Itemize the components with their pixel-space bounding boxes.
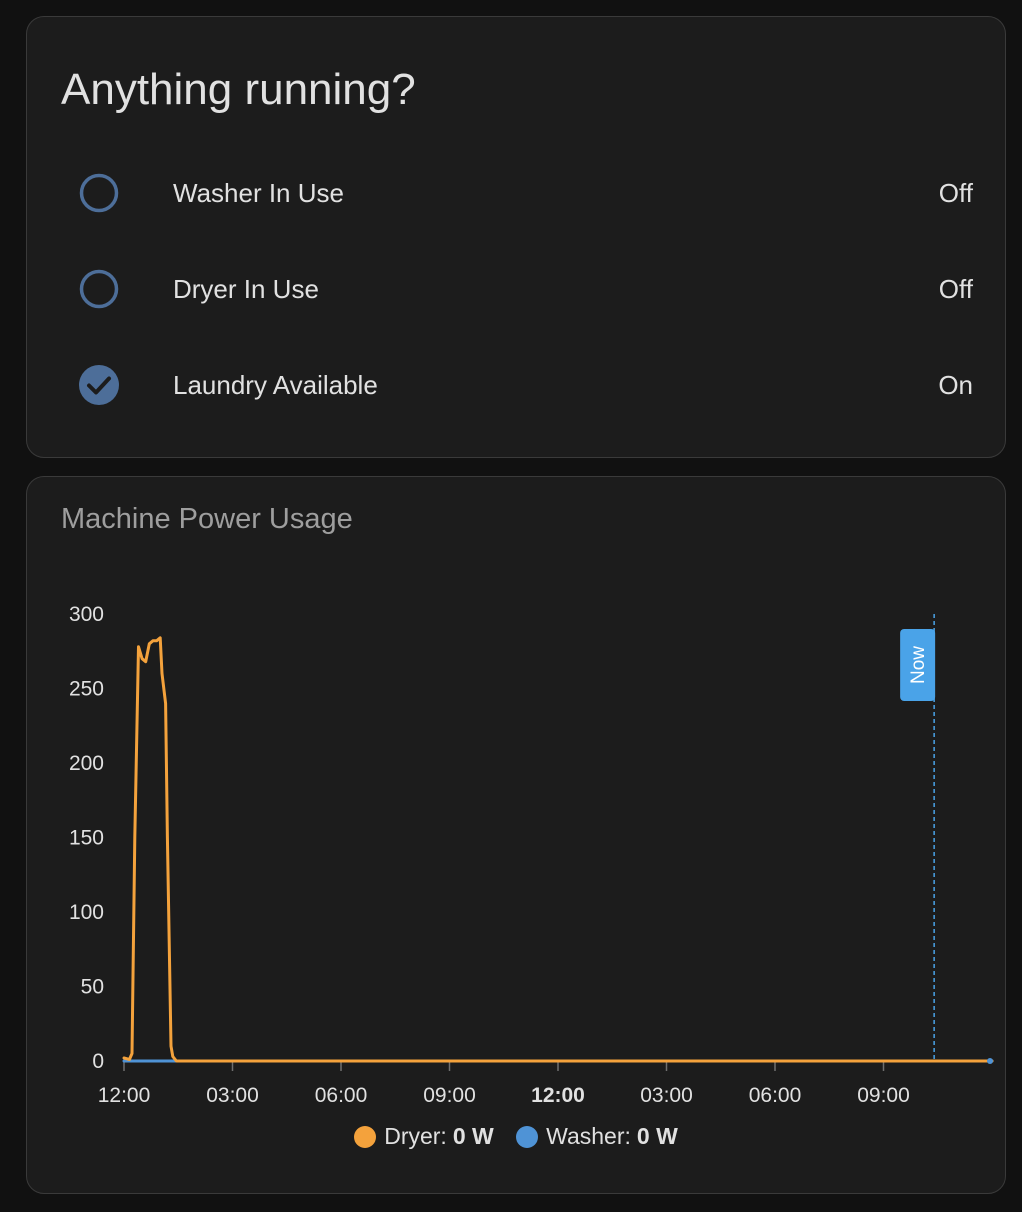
series-line-dryer[interactable] <box>122 636 994 1063</box>
legend-value: 0 W <box>452 1123 494 1149</box>
x-tick-label: 12:00 <box>98 1084 151 1107</box>
entity-row-laundry-available[interactable]: Laundry Available On <box>27 355 1005 415</box>
radiobox-blank-icon <box>79 173 119 213</box>
y-tick-label: 200 <box>69 752 104 775</box>
history-graph-card: Machine Power Usage 0 50 100 150 200 250 300 1… <box>26 476 1006 1194</box>
x-tick-label: 06:00 <box>315 1084 368 1107</box>
y-tick-label: 0 <box>92 1050 104 1073</box>
radiobox-blank-icon <box>79 269 119 309</box>
power-usage-chart: 0 50 100 150 200 250 300 12:00 03:00 06:00 09:00 1… <box>69 603 994 1107</box>
y-tick-label: 100 <box>69 901 104 924</box>
legend-label: Dryer: <box>384 1123 447 1149</box>
entity-state: Off <box>938 178 973 208</box>
entity-row-washer[interactable]: Washer In Use Off <box>27 163 1005 223</box>
status-card: Anything running? Washer In Use Off Drye… <box>26 16 1006 458</box>
legend-item-dryer[interactable]: Dryer: 0 W <box>354 1123 494 1150</box>
legend-dot-dryer <box>354 1125 377 1148</box>
entity-name: Washer In Use <box>173 178 344 208</box>
y-tick-label: 150 <box>69 827 104 850</box>
chart-legend: Dryer: 0 W Washer: 0 W <box>27 1123 1005 1154</box>
x-tick-label: 03:00 <box>206 1084 259 1107</box>
y-tick-label: 50 <box>81 976 104 999</box>
x-tick-label: 09:00 <box>423 1084 476 1107</box>
x-tick-label: 03:00 <box>640 1084 693 1107</box>
now-marker-label: Now <box>908 646 929 684</box>
legend-dot-washer <box>516 1125 539 1148</box>
legend-value: 0 W <box>636 1123 678 1149</box>
series-point-washer <box>987 1058 993 1064</box>
entity-name: Dryer In Use <box>173 274 319 304</box>
y-tick-label: 300 <box>69 603 104 626</box>
x-tick-label: 09:00 <box>857 1084 910 1107</box>
card-title: Anything running? <box>61 65 416 114</box>
y-tick-label: 250 <box>69 678 104 701</box>
entity-state: On <box>938 370 973 400</box>
entity-row-dryer[interactable]: Dryer In Use Off <box>27 259 1005 319</box>
entity-state: Off <box>938 274 973 304</box>
legend-item-washer[interactable]: Washer: 0 W <box>516 1123 678 1150</box>
legend-label: Washer: <box>546 1123 631 1149</box>
x-tick-label: 12:00 <box>531 1084 585 1107</box>
x-tick-label: 06:00 <box>749 1084 802 1107</box>
entity-name: Laundry Available <box>173 370 378 400</box>
check-circle-icon <box>79 365 119 405</box>
